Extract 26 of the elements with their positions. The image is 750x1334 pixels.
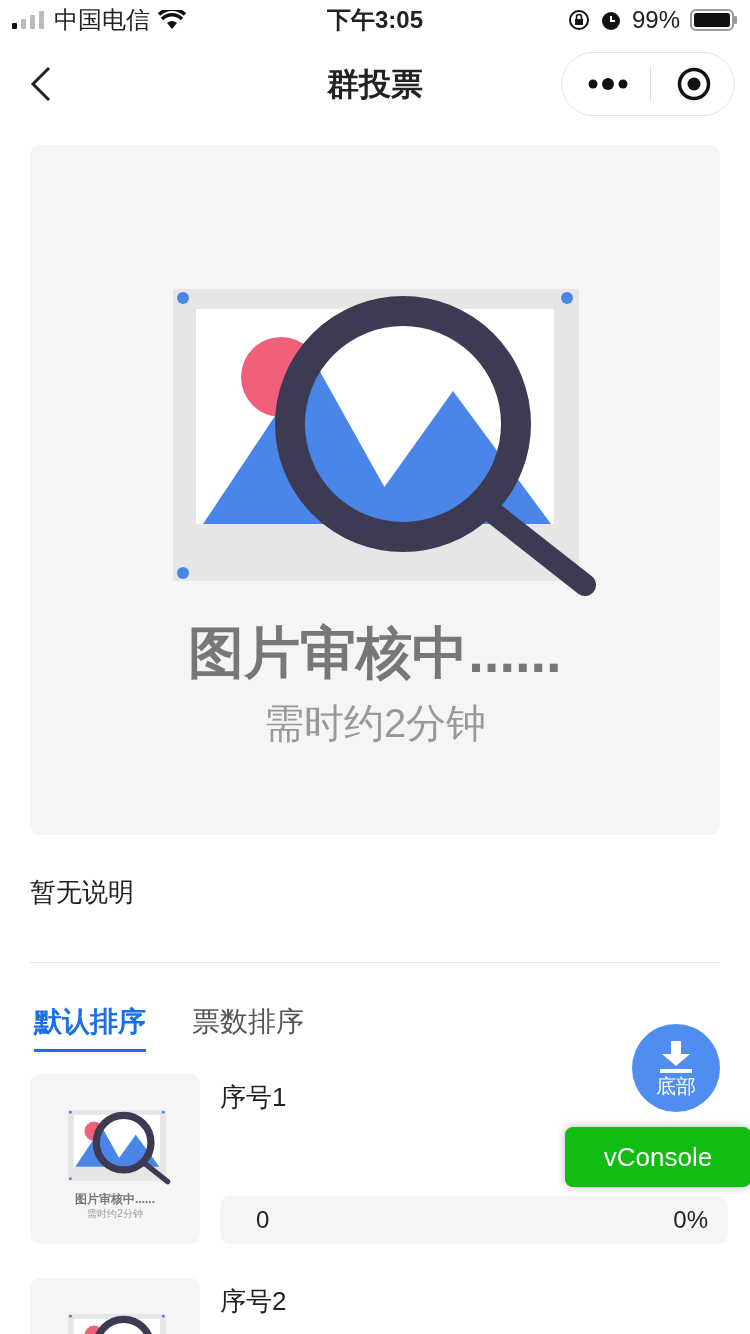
battery-icon [690, 9, 738, 31]
rotation-lock-icon [567, 9, 590, 31]
scroll-bottom-button[interactable]: 底部 [632, 1024, 720, 1112]
sort-tab[interactable]: 默认排序 [34, 1001, 146, 1052]
alarm-icon [599, 9, 622, 31]
thumbnail-note: 需时约2分钟 [87, 1208, 143, 1219]
item-title: 序号2 [220, 1285, 287, 1318]
carrier-name: 中国电信 [54, 5, 150, 35]
download-icon [659, 1040, 693, 1073]
thumbnail-caption: 图片审核中...... [75, 1192, 155, 1205]
wifi-icon [158, 10, 186, 30]
clock-time: 下午3:05 [326, 5, 423, 35]
sort-tab[interactable]: 票数排序 [192, 1001, 304, 1052]
vote-percent: 0% [673, 1205, 708, 1235]
close-target-icon[interactable] [677, 67, 711, 101]
review-note: 需时约2分钟 [263, 703, 487, 743]
vote-count: 0 [256, 1205, 270, 1235]
back-icon[interactable] [30, 66, 52, 102]
page-title: 群投票 [327, 65, 423, 104]
more-icon[interactable] [588, 78, 628, 90]
description-text: 暂无说明 [30, 877, 134, 907]
battery-percent: 99% [631, 5, 680, 35]
signal-icon [12, 11, 46, 29]
review-caption: 图片审核中...... [188, 625, 562, 681]
item-title: 序号1 [220, 1081, 287, 1114]
vconsole-button[interactable]: vConsole [565, 1127, 750, 1187]
